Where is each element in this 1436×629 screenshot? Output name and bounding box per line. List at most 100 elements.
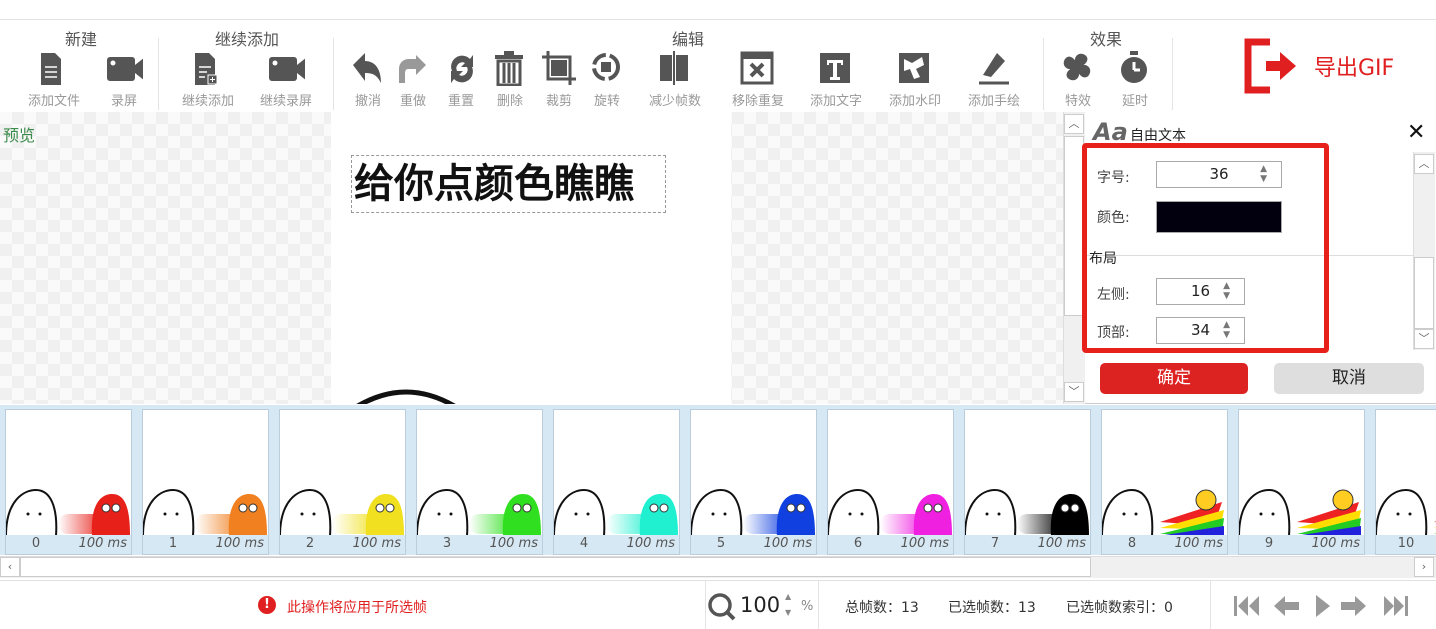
- play-icon[interactable]: [1316, 595, 1330, 617]
- scroll-right-button[interactable]: ›: [1414, 557, 1434, 577]
- text-icon: [820, 53, 850, 83]
- divider: [1172, 38, 1173, 110]
- frame-thumbnail[interactable]: 0 100 ms: [4, 409, 132, 555]
- frame-delay[interactable]: 100 ms: [1175, 536, 1223, 551]
- frame-thumbnail[interactable]: 8 100 ms: [1100, 409, 1228, 555]
- frame-delay[interactable]: 100 ms: [216, 536, 264, 551]
- tool-label: 添加文字: [809, 94, 862, 109]
- tool-button-file-add[interactable]: 继续添加: [173, 50, 243, 109]
- frame-delay[interactable]: 100 ms: [490, 536, 538, 551]
- confirm-button[interactable]: 确定: [1100, 363, 1248, 394]
- frame-delay[interactable]: 100 ms: [79, 536, 127, 551]
- white-character: [552, 488, 606, 537]
- frame-delay[interactable]: 100 ms: [627, 536, 675, 551]
- video-camera-icon: [269, 57, 305, 81]
- tool-label: 继续添加: [181, 94, 234, 109]
- frame-thumbnail[interactable]: 7 100 ms: [963, 409, 1091, 555]
- frame-delay[interactable]: 100 ms: [764, 536, 812, 551]
- tool-button-rotate[interactable]: 旋转: [572, 50, 642, 109]
- remove-duplicate-icon: [740, 51, 774, 85]
- group-label-new: 新建: [64, 30, 98, 49]
- tool-button-text[interactable]: 添加文字: [801, 50, 871, 109]
- frame-image: [1374, 488, 1436, 537]
- divider: [818, 581, 819, 629]
- frame-thumbnail[interactable]: 1 100 ms: [141, 409, 269, 555]
- panel-scrollbar[interactable]: ︿ ﹀: [1413, 152, 1435, 350]
- frame-index: 2: [305, 536, 315, 551]
- colored-character: [1050, 494, 1089, 536]
- tool-button-reduce-frames[interactable]: 减少帧数: [640, 50, 710, 109]
- last-frame-icon[interactable]: [1384, 596, 1408, 616]
- rainbow-character: [1295, 489, 1361, 536]
- tool-label: 旋转: [593, 94, 620, 109]
- cancel-button[interactable]: 取消: [1274, 363, 1424, 394]
- character-outline: [356, 389, 456, 404]
- scroll-thumb[interactable]: [1414, 257, 1434, 329]
- tool-button-brush[interactable]: 添加手绘: [959, 50, 1029, 109]
- zoom-value[interactable]: 100: [740, 593, 780, 617]
- scroll-left-button[interactable]: ‹: [0, 557, 20, 577]
- colored-character: [91, 494, 130, 536]
- zoom-stepper[interactable]: ▲ ▼: [785, 589, 791, 621]
- warning-text: 此操作将应用于所选帧: [287, 600, 427, 616]
- frame-delay[interactable]: 100 ms: [1312, 536, 1360, 551]
- first-frame-icon[interactable]: [1234, 596, 1259, 616]
- frame-image: [141, 488, 267, 537]
- frame-thumbnail[interactable]: 4 100 ms: [552, 409, 680, 555]
- colored-character: [365, 494, 404, 536]
- frame-thumbnail[interactable]: 3 100 ms: [415, 409, 543, 555]
- scroll-thumb[interactable]: [20, 557, 1091, 577]
- tool-button-timer[interactable]: 延时: [1100, 50, 1170, 109]
- frame-image: [826, 488, 952, 537]
- group-label-edit: 编辑: [671, 30, 705, 49]
- next-frame-icon[interactable]: [1341, 596, 1366, 616]
- brush-icon: [979, 53, 1009, 85]
- tool-label: 延时: [1121, 94, 1148, 109]
- frame-thumbnail[interactable]: 6 100 ms: [826, 409, 954, 555]
- tool-label: 添加水印: [888, 94, 941, 109]
- frame-thumbnail[interactable]: 10100 ms: [1374, 409, 1436, 555]
- frame-image: [552, 488, 678, 537]
- scroll-up-button[interactable]: ︿: [1064, 114, 1084, 134]
- frame-index: 6: [853, 536, 863, 551]
- frame-index: 5: [716, 536, 726, 551]
- scroll-down-button[interactable]: ﹀: [1414, 329, 1434, 349]
- white-character: [415, 488, 469, 537]
- frame-delay[interactable]: 100 ms: [901, 536, 949, 551]
- zoom-icon: [708, 593, 736, 621]
- tool-button-video-camera[interactable]: 录屏: [89, 50, 159, 109]
- scroll-up-button[interactable]: ︿: [1414, 154, 1434, 174]
- reduce-frames-icon: [660, 51, 688, 85]
- tool-button-file[interactable]: 添加文件: [19, 50, 89, 109]
- frame-thumbnail[interactable]: 5 100 ms: [689, 409, 817, 555]
- white-character: [826, 488, 880, 537]
- previous-frame-icon[interactable]: [1274, 596, 1299, 616]
- tool-button-watermark[interactable]: 添加水印: [880, 50, 950, 109]
- free-text-panel: Aa 自由文本 ✕ 字号: 36 ▲ ▼ 颜色: 布局 左侧: 16 ▲ ▼ 顶部: 3…: [1082, 112, 1436, 404]
- video-camera-icon: [107, 57, 143, 81]
- tool-button-video-camera[interactable]: 继续录屏: [251, 50, 321, 109]
- status-bar: ! 此操作将应用于所选帧 100 ▲ ▼ % 总帧数：13 已选帧数：13 已选帧…: [0, 580, 1436, 629]
- text-overlay[interactable]: 给你点颜色瞧瞧: [351, 155, 666, 213]
- frame-delay[interactable]: 100 ms: [1038, 536, 1086, 551]
- rainbow-character: [1432, 521, 1436, 536]
- tool-label: 移除重复: [731, 94, 784, 109]
- frame-thumbnail[interactable]: 9 100 ms: [1237, 409, 1365, 555]
- tool-label: 继续录屏: [259, 94, 312, 109]
- export-gif-button[interactable]: 导出GIF: [1244, 38, 1394, 94]
- scroll-down-button[interactable]: ﹀: [1064, 382, 1084, 402]
- preview-canvas[interactable]: 给你点颜色瞧瞧: [331, 112, 731, 404]
- tool-label: 减少帧数: [648, 94, 701, 109]
- close-icon[interactable]: ✕: [1407, 120, 1425, 145]
- frame-index: 8: [1127, 536, 1137, 551]
- tool-label: 添加文件: [27, 94, 80, 109]
- tool-button-remove-duplicate[interactable]: 移除重复: [723, 50, 793, 109]
- white-character: [1374, 488, 1428, 537]
- scroll-thumb[interactable]: [1064, 136, 1084, 316]
- frame-thumbnail[interactable]: 2 100 ms: [278, 409, 406, 555]
- frame-strip-scrollbar[interactable]: ‹ ›: [0, 556, 1436, 578]
- frame-image: [278, 488, 404, 537]
- frame-delay[interactable]: 100 ms: [353, 536, 401, 551]
- white-character: [4, 488, 58, 537]
- rainbow-character: [1158, 489, 1224, 536]
